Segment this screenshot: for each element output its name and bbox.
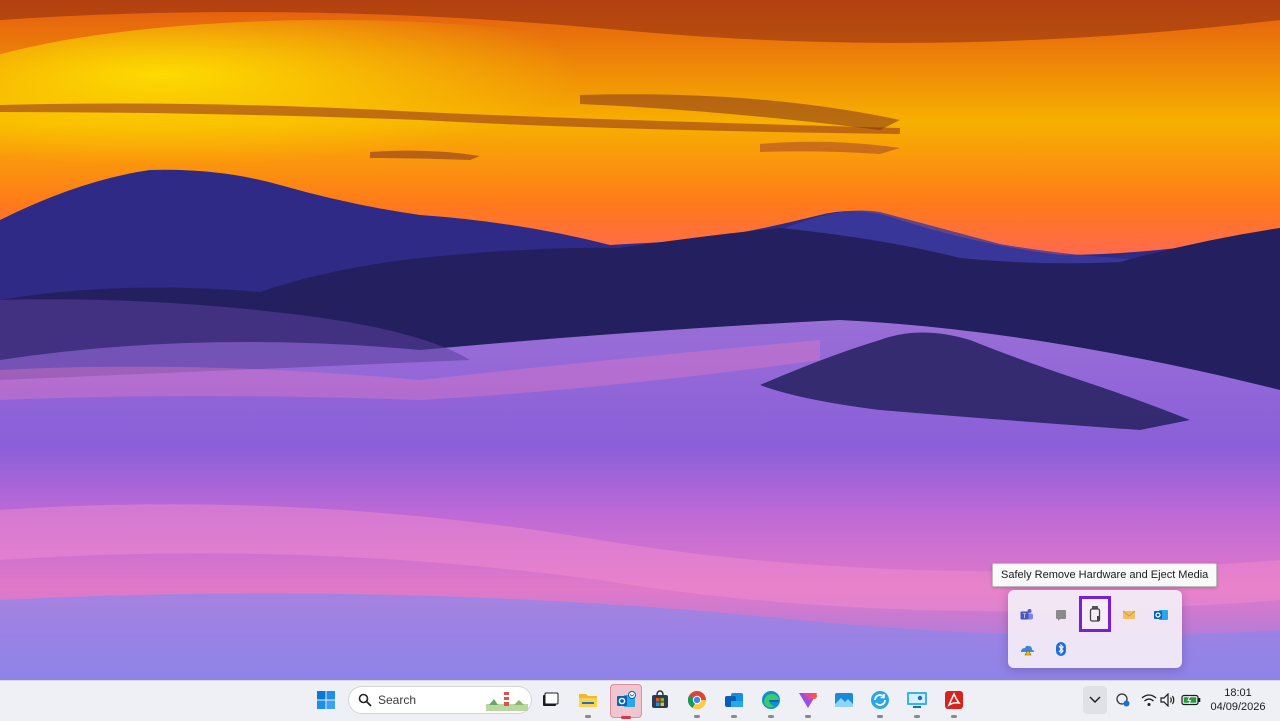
search-highlight-image	[486, 689, 528, 716]
search-label: Search	[378, 693, 417, 707]
edge-icon[interactable]	[757, 686, 785, 718]
clock-date: 04/09/2026	[1210, 701, 1266, 713]
tooltip: Safely Remove Hardware and Eject Media	[992, 563, 1218, 587]
task-view-icon[interactable]	[536, 686, 564, 714]
remote-desktop-icon[interactable]	[903, 686, 931, 718]
network-status-icon[interactable]	[1115, 692, 1131, 708]
store-icon[interactable]	[646, 686, 674, 714]
photos-icon[interactable]	[830, 686, 858, 714]
clock-time: 18:01	[1224, 687, 1252, 699]
chevron-up-icon[interactable]	[1083, 686, 1107, 714]
chrome-icon[interactable]	[683, 686, 711, 718]
battery-icon[interactable]	[1181, 692, 1201, 708]
search-icon	[358, 693, 372, 712]
power-automate-icon[interactable]	[794, 686, 822, 718]
outlook-new-icon[interactable]	[720, 686, 748, 718]
acrobat-icon[interactable]	[940, 686, 968, 718]
wifi-icon[interactable]	[1141, 692, 1157, 708]
mail-icon[interactable]	[1120, 606, 1138, 624]
search-box[interactable]: Search	[348, 686, 532, 714]
clock[interactable]: 18:01 04/09/2026	[1208, 686, 1268, 714]
bluetooth-icon[interactable]	[1052, 640, 1070, 658]
svg-text:T: T	[1023, 614, 1027, 620]
volume-icon[interactable]	[1160, 692, 1176, 708]
sync-icon[interactable]	[866, 686, 894, 718]
chat-bubble-icon[interactable]	[1052, 606, 1070, 624]
file-explorer-icon[interactable]	[574, 686, 602, 718]
onedrive-warning-icon[interactable]	[1018, 640, 1036, 658]
teams-icon[interactable]: T	[1018, 606, 1036, 624]
outlook-icon[interactable]	[1152, 606, 1170, 624]
start-icon[interactable]	[312, 686, 340, 714]
outlook-icon[interactable]	[610, 684, 642, 719]
usb-eject-icon[interactable]	[1086, 605, 1104, 623]
